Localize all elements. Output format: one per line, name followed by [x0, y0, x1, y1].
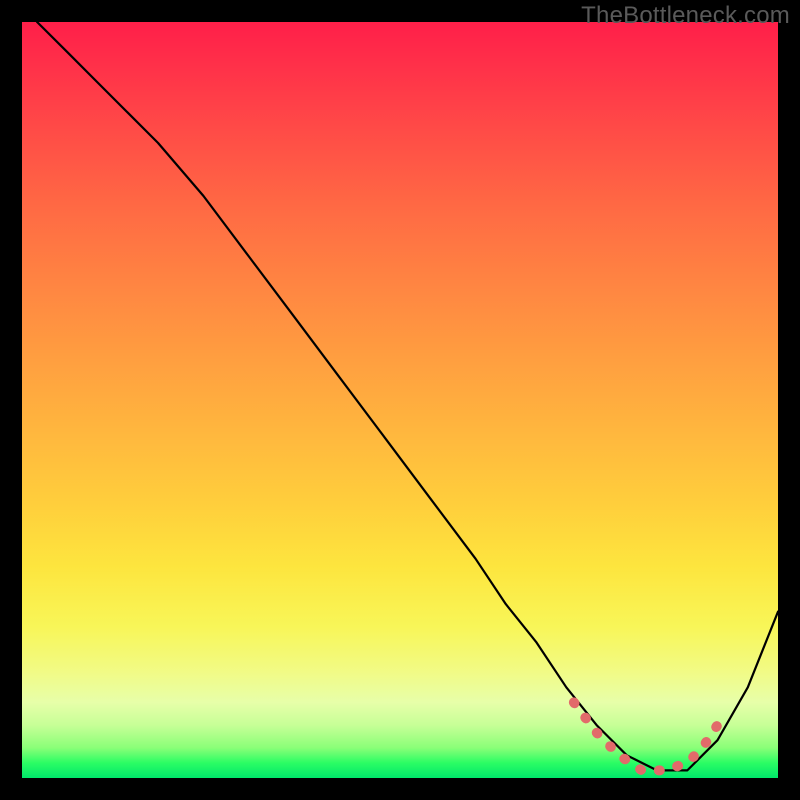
chart-frame: TheBottleneck.com [0, 0, 800, 800]
optimal-range-marker [574, 702, 718, 770]
bottleneck-curve [37, 22, 778, 770]
chart-plot-area [22, 22, 778, 778]
watermark-text: TheBottleneck.com [581, 2, 790, 30]
chart-svg [22, 22, 778, 778]
